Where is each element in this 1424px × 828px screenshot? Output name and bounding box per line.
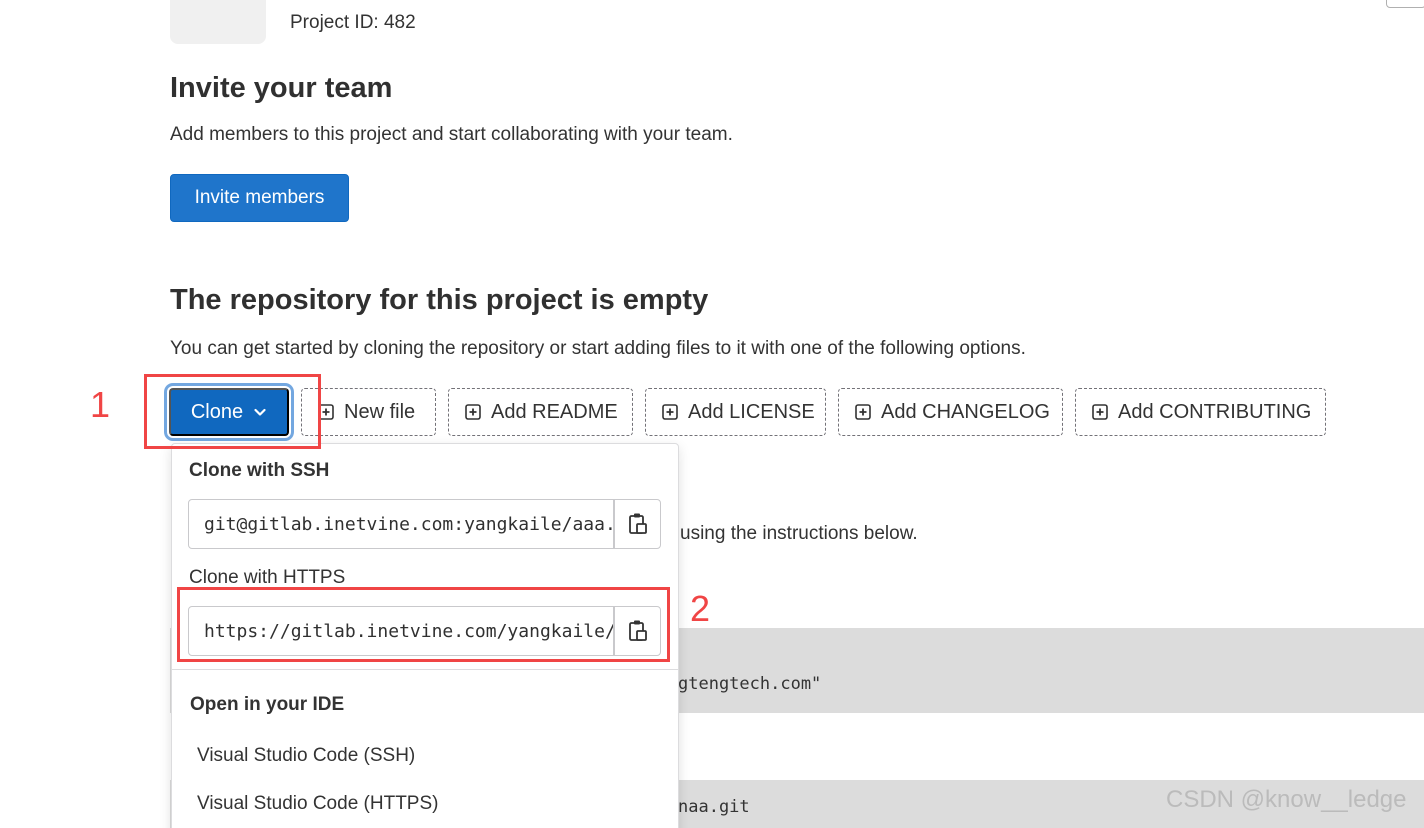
new-file-button[interactable]: New file [301, 388, 436, 436]
add-changelog-button[interactable]: Add CHANGELOG [838, 388, 1063, 436]
new-file-label: New file [344, 400, 416, 423]
project-avatar: A [170, 0, 266, 44]
add-readme-button[interactable]: Add README [448, 388, 633, 436]
invite-description: Add members to this project and start co… [170, 124, 733, 145]
copy-ssh-button[interactable] [614, 499, 661, 549]
ide-item-vscode-https[interactable]: Visual Studio Code (HTTPS) [197, 793, 438, 815]
annotation-number-1: 1 [90, 384, 111, 425]
plus-square-icon [465, 404, 481, 420]
add-readme-label: Add README [491, 400, 618, 423]
invite-members-button[interactable]: Invite members [170, 174, 349, 222]
top-right-icon[interactable] [1386, 0, 1424, 8]
empty-repo-title: The repository for this project is empty [170, 284, 709, 316]
empty-repo-description: You can get started by cloning the repos… [170, 338, 1026, 359]
clone-https-label: Clone with HTTPS [189, 567, 346, 588]
plus-square-icon [662, 404, 678, 420]
plus-square-icon [1092, 404, 1108, 420]
add-license-label: Add LICENSE [688, 400, 815, 423]
code-partial-git: naa.git [678, 797, 750, 817]
add-license-button[interactable]: Add LICENSE [645, 388, 826, 436]
annotation-number-2: 2 [690, 588, 711, 629]
code-partial-email: gtengtech.com" [678, 674, 822, 694]
add-contributing-button[interactable]: Add CONTRIBUTING [1075, 388, 1326, 436]
project-avatar-letter: A [170, 0, 266, 5]
clone-ssh-input[interactable]: git@gitlab.inetvine.com:yangkaile/aaa.gi… [188, 499, 614, 549]
plus-square-icon [855, 404, 871, 420]
ide-heading: Open in your IDE [190, 694, 345, 715]
project-id: Project ID: 482 [290, 12, 416, 33]
clone-ssh-url: git@gitlab.inetvine.com:yangkaile/aaa.gi… [204, 513, 614, 535]
annotation-box-https [177, 587, 670, 662]
invite-title: Invite your team [170, 72, 393, 104]
add-contributing-label: Add CONTRIBUTING [1118, 400, 1312, 423]
clone-ssh-label: Clone with SSH [189, 460, 330, 481]
dropdown-divider [172, 669, 678, 670]
add-changelog-label: Add CHANGELOG [881, 400, 1050, 423]
ide-item-vscode-ssh[interactable]: Visual Studio Code (SSH) [197, 745, 415, 767]
clipboard-icon [628, 513, 647, 534]
annotation-box-clone [144, 374, 321, 449]
instructions-partial-text: using the instructions below. [680, 523, 918, 544]
watermark: CSDN @know__ledge [1166, 786, 1407, 813]
